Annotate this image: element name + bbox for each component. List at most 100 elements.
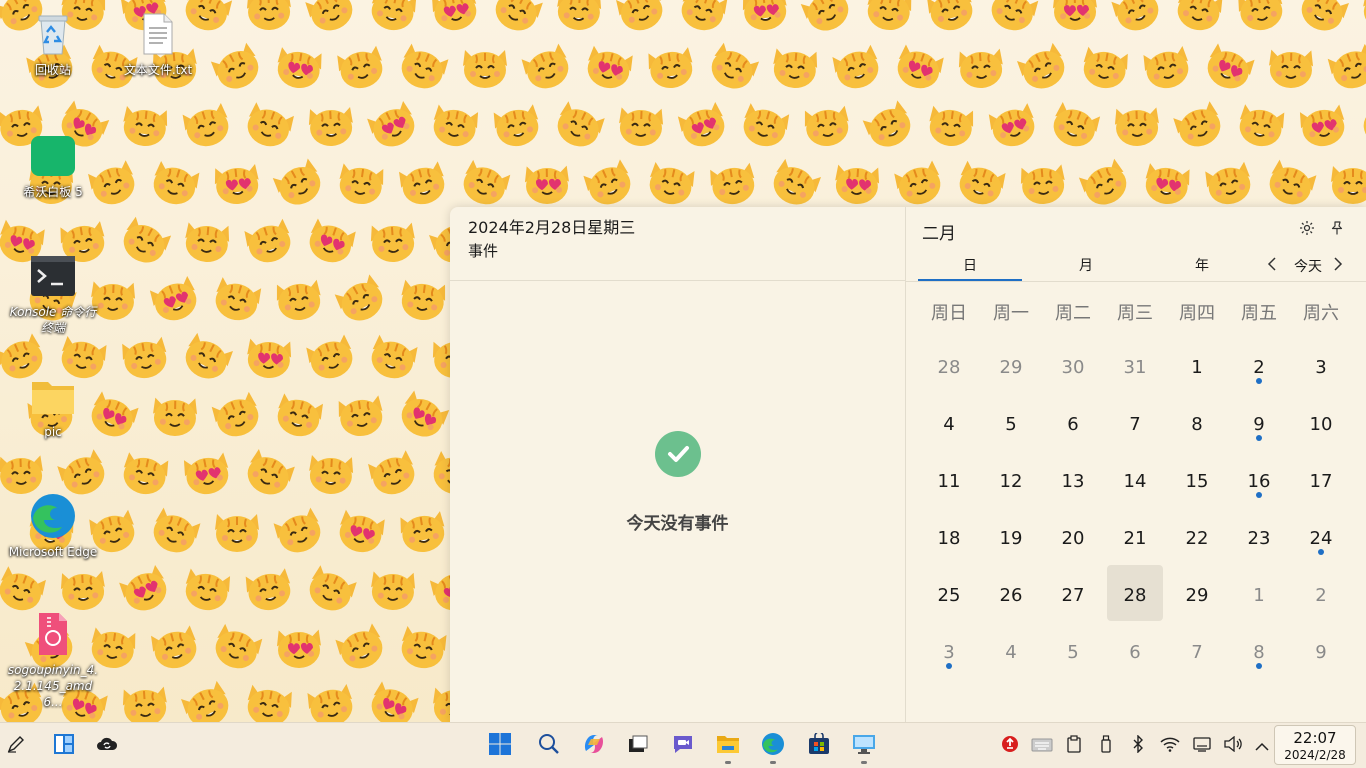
calendar-day[interactable]: 8 (1169, 394, 1225, 450)
tab-day[interactable]: 日 (918, 255, 1022, 281)
calendar-day[interactable]: 13 (1045, 451, 1101, 507)
pin-button[interactable] (1326, 219, 1348, 241)
calendar-day[interactable]: 1 (1231, 565, 1287, 621)
calendar-day[interactable]: 5 (1045, 622, 1101, 678)
prev-month-button[interactable] (1262, 255, 1282, 277)
copilot-button[interactable] (580, 732, 608, 760)
calendar-day[interactable]: 18 (921, 508, 977, 564)
task-view-button[interactable] (624, 732, 652, 760)
clipboard-button[interactable] (1064, 735, 1084, 756)
cat-face-decoration (211, 391, 259, 437)
show-hidden-icons-button[interactable] (1252, 736, 1272, 756)
calendar-day[interactable]: 17 (1293, 451, 1349, 507)
calendar-day[interactable]: 22 (1169, 508, 1225, 564)
calendar-day[interactable]: 3 (1293, 337, 1349, 393)
volume-button[interactable] (1223, 735, 1243, 756)
desktop-icon-seewo[interactable]: EN 希沃白板 5 (3, 132, 103, 296)
widgets-button[interactable] (50, 732, 78, 760)
cat-face-decoration (1177, 0, 1224, 31)
next-month-button[interactable] (1328, 255, 1348, 277)
desktop-icon-konsole[interactable]: Konsole 命令行终端 (3, 252, 103, 336)
start-button[interactable] (486, 732, 514, 760)
keyboard-button[interactable] (1031, 736, 1053, 756)
file-explorer-button[interactable] (714, 732, 742, 760)
calendar-day[interactable]: 28 (921, 337, 977, 393)
calendar-day[interactable]: 10 (1293, 394, 1349, 450)
calendar-day[interactable]: 15 (1169, 451, 1225, 507)
wifi-button[interactable] (1160, 736, 1180, 756)
pen-button[interactable] (2, 732, 30, 760)
calendar-day[interactable]: 27 (1045, 565, 1101, 621)
cat-face-decoration (215, 514, 259, 552)
store-button[interactable] (805, 731, 833, 760)
cat-face-decoration (681, 0, 728, 31)
calendar-day[interactable]: 30 (1045, 337, 1101, 393)
calendar-day[interactable]: 4 (983, 622, 1039, 678)
desktop-icon-edge[interactable]: Microsoft Edge (3, 492, 103, 560)
calendar-day[interactable]: 5 (983, 394, 1039, 450)
taskbar-clock[interactable]: 22:07 2024/2/28 (1274, 725, 1356, 765)
cat-face-decoration (335, 623, 383, 669)
desktop-icon-folder-pic[interactable]: pic (3, 372, 103, 440)
calendar-day-today[interactable]: 28 (1107, 565, 1163, 621)
calendar-day[interactable]: 9 (1231, 394, 1287, 450)
calendar-day[interactable]: 11 (921, 451, 977, 507)
cat-face-decoration (273, 507, 321, 553)
calendar-day[interactable]: 8 (1231, 622, 1287, 678)
weekday-label: 周四 (1179, 303, 1215, 324)
today-button[interactable]: 今天 (1288, 255, 1328, 277)
calendar-day[interactable]: 3 (921, 622, 977, 678)
usb-button[interactable] (1096, 735, 1116, 756)
update-alert-button[interactable] (1000, 736, 1020, 756)
cat-face-decoration (123, 452, 169, 495)
event-dot (1318, 549, 1324, 555)
calendar-day[interactable]: 14 (1107, 451, 1163, 507)
cat-face-decoration (619, 107, 664, 147)
tab-month[interactable]: 月 (1034, 255, 1138, 281)
display-button[interactable] (1192, 736, 1212, 756)
cat-face-decoration (153, 397, 198, 437)
tab-year[interactable]: 年 (1150, 255, 1254, 281)
calendar-day[interactable]: 7 (1107, 394, 1163, 450)
calendar-day[interactable]: 20 (1045, 508, 1101, 564)
day-number: 4 (1005, 642, 1017, 663)
calendar-flyout: 2024年2月28日星期三 事件 今天没有事件 二月 日 月 年 今天 周日 周… (450, 207, 1366, 722)
calendar-day[interactable]: 24 (1293, 508, 1349, 564)
cat-face-decoration (339, 509, 386, 553)
calendar-day[interactable]: 12 (983, 451, 1039, 507)
calendar-day[interactable]: 1 (1169, 337, 1225, 393)
search-button[interactable] (535, 732, 563, 760)
calendar-day[interactable]: 2 (1231, 337, 1287, 393)
cat-face-decoration (463, 159, 511, 205)
calendar-day[interactable]: 29 (1169, 565, 1225, 621)
calendar-day[interactable]: 19 (983, 508, 1039, 564)
calendar-day[interactable]: 16 (1231, 451, 1287, 507)
cat-face-decoration (1145, 163, 1191, 205)
calendar-day[interactable]: 23 (1231, 508, 1287, 564)
desktop-icon-recycle-bin[interactable]: 回收站 (3, 10, 103, 78)
calendar-day[interactable]: 4 (921, 394, 977, 450)
settings-button[interactable] (1296, 219, 1318, 241)
calendar-day[interactable]: 21 (1107, 508, 1163, 564)
calendar-day[interactable]: 25 (921, 565, 977, 621)
day-number: 10 (1309, 414, 1333, 435)
day-number: 29 (999, 357, 1023, 378)
calendar-day[interactable]: 31 (1107, 337, 1163, 393)
cat-face-decoration (215, 277, 262, 321)
bluetooth-button[interactable] (1128, 734, 1148, 756)
calendar-day[interactable]: 9 (1293, 622, 1349, 678)
calendar-day[interactable]: 2 (1293, 565, 1349, 621)
chat-button[interactable] (669, 732, 697, 760)
calendar-day[interactable]: 7 (1169, 622, 1225, 678)
calendar-day[interactable]: 6 (1107, 622, 1163, 678)
cat-face-decoration (773, 158, 821, 205)
search-icon (538, 733, 560, 759)
remote-desktop-button[interactable] (850, 732, 878, 760)
cloud-sync-button[interactable] (93, 732, 121, 760)
calendar-day[interactable]: 6 (1045, 394, 1101, 450)
desktop-icon-sogou-archive[interactable]: sogoupinyin_4.2.1.145_amd6... (3, 610, 103, 710)
calendar-day[interactable]: 29 (983, 337, 1039, 393)
calendar-day[interactable]: 26 (983, 565, 1039, 621)
edge-taskbar-button[interactable] (759, 732, 787, 760)
desktop-icon-text-file[interactable]: 文本文件.txt (108, 10, 208, 78)
